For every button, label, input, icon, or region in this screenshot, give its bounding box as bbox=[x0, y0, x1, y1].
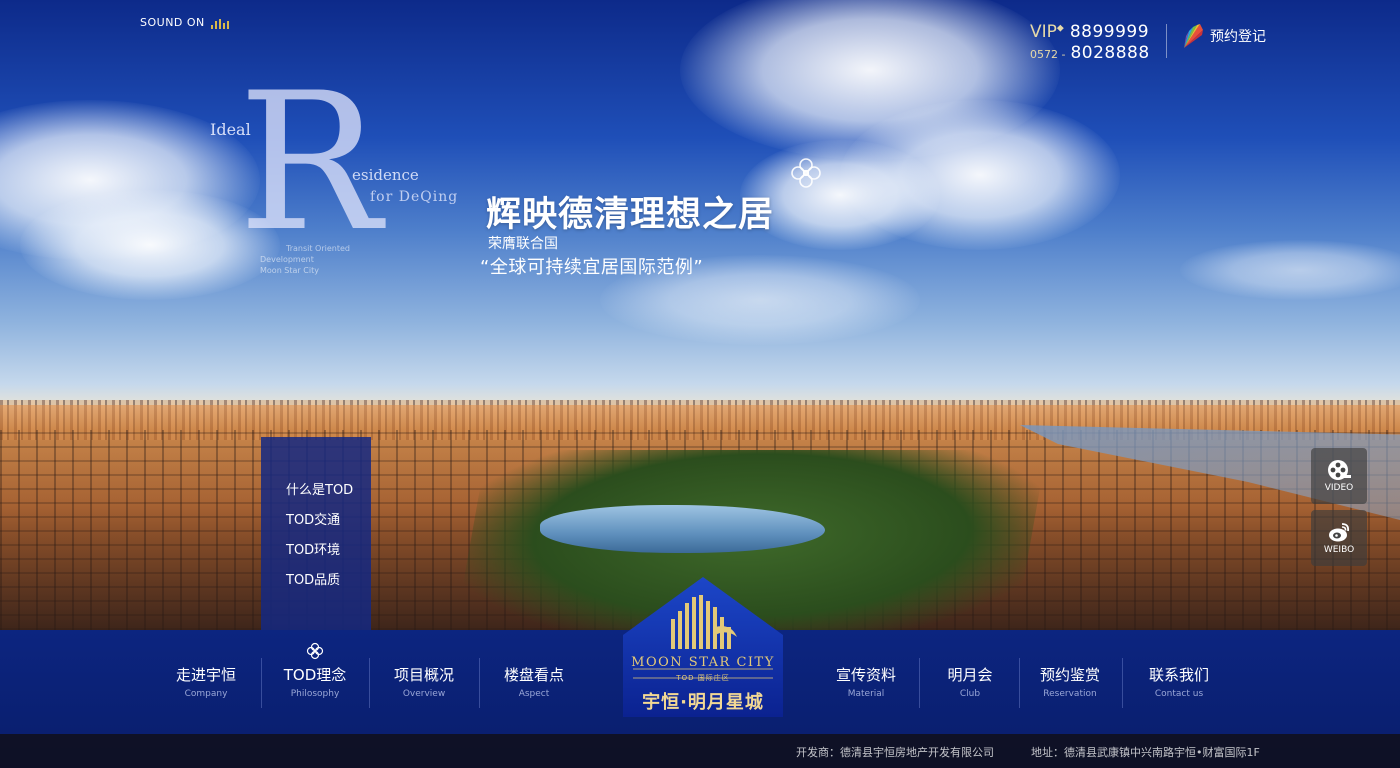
nav-label-cn: 预约鉴赏 bbox=[1039, 666, 1100, 684]
nav-label-en: Club bbox=[959, 689, 981, 699]
nav-label-cn: 宣传资料 bbox=[835, 666, 896, 684]
tod-tagline: Transit Oriented Development Moon Star C… bbox=[260, 243, 350, 276]
footer-address: 地址：德清县武康镇中兴南路宇恒•财富国际1F bbox=[1031, 746, 1260, 759]
area-code: 0572 - bbox=[1030, 48, 1066, 61]
vip-hotline: VIP◆ 8899999 0572 - 8028888 bbox=[1030, 22, 1150, 63]
weibo-button[interactable]: WEIBO bbox=[1311, 510, 1367, 566]
residence-text: esidence bbox=[352, 166, 419, 184]
nav-label-en: Contact us bbox=[1154, 689, 1204, 699]
nav-item-club[interactable]: 明月会 Club bbox=[920, 630, 1020, 710]
nav-label-cn: 走进宇恒 bbox=[175, 666, 236, 684]
film-reel-icon bbox=[1328, 460, 1351, 480]
tod-side-menu: 什么是TOD TOD交通 TOD环境 TOD品质 bbox=[261, 437, 371, 630]
nav-item-reservation[interactable]: 预约鉴赏 Reservation bbox=[1020, 630, 1120, 710]
hero-sub-1: 荣膺联合国 bbox=[488, 236, 558, 252]
nav-item-philosophy[interactable]: TOD理念 Philosophy bbox=[262, 630, 368, 710]
nav-label-en: Overview bbox=[402, 689, 446, 699]
weibo-label: WEIBO bbox=[1323, 545, 1355, 555]
diamond-icon: ◆ bbox=[1056, 23, 1064, 34]
nav-label-cn: 楼盘看点 bbox=[503, 666, 564, 684]
nav-label-cn: TOD理念 bbox=[283, 666, 347, 684]
nav-item-overview[interactable]: 项目概况 Overview bbox=[370, 630, 478, 710]
hero-sub-2: “全球可持续宜居国际范例” bbox=[480, 257, 704, 278]
video-button[interactable]: VIDEO bbox=[1311, 448, 1367, 504]
nav-item-aspect[interactable]: 楼盘看点 Aspect bbox=[480, 630, 588, 710]
rainbow-fan-icon bbox=[1184, 24, 1203, 48]
nav-label-en: Aspect bbox=[518, 689, 550, 699]
side-menu-item-tod-traffic[interactable]: TOD交通 bbox=[261, 513, 371, 543]
sound-toggle[interactable]: SOUND ON bbox=[140, 16, 229, 29]
video-label: VIDEO bbox=[1324, 483, 1354, 493]
nav-label-en: Philosophy bbox=[290, 689, 340, 699]
footer: 开发商：德清县宇恒房地产开发有限公司 地址：德清县武康镇中兴南路宇恒•财富国际1… bbox=[0, 734, 1400, 768]
nav-label-cn: 联系我们 bbox=[1148, 666, 1209, 684]
nav-item-material[interactable]: 宣传资料 Material bbox=[812, 630, 920, 710]
nav-item-company[interactable]: 走进宇恒 Company bbox=[152, 630, 260, 710]
logo-chinese-name: 宇恒·明月星城 bbox=[642, 692, 764, 713]
tod-line-2: Development bbox=[260, 255, 314, 264]
tod-line-3: Moon Star City bbox=[260, 266, 319, 275]
ideal-text: Ideal bbox=[210, 120, 251, 139]
hero-headline: 辉映德清理想之居 bbox=[486, 194, 775, 235]
big-r-letter: R bbox=[238, 52, 382, 273]
flower-emblem-icon bbox=[791, 158, 821, 188]
header-divider bbox=[1166, 24, 1167, 58]
nav-label-en: Material bbox=[847, 689, 885, 699]
register-button[interactable]: 预约登记 bbox=[1180, 22, 1266, 50]
vip-label: VIP◆ bbox=[1030, 22, 1064, 42]
sound-label: SOUND ON bbox=[140, 16, 205, 29]
register-label: 预约登记 bbox=[1210, 29, 1266, 45]
vip-number: 8899999 bbox=[1069, 22, 1150, 42]
footer-developer: 开发商：德清县宇恒房地产开发有限公司 bbox=[796, 746, 994, 759]
side-menu-item-tod-quality[interactable]: TOD品质 bbox=[261, 573, 371, 603]
weibo-icon bbox=[1329, 523, 1350, 542]
logo-tod-tag: TOD 国际庄区 bbox=[676, 674, 730, 682]
for-deqing-text: for DeQing bbox=[370, 189, 459, 205]
sound-bars-icon bbox=[210, 19, 229, 29]
nav-label-en: Reservation bbox=[1043, 689, 1097, 699]
nav-label-cn: 明月会 bbox=[947, 666, 993, 684]
tod-line-1: Transit Oriented bbox=[286, 244, 350, 253]
nav-label-cn: 项目概况 bbox=[393, 666, 454, 684]
side-menu-item-tod-environment[interactable]: TOD环境 bbox=[261, 543, 371, 573]
nav-label-en: Company bbox=[184, 689, 228, 699]
nav-divider bbox=[1122, 658, 1123, 708]
side-menu-item-what-is-tod[interactable]: 什么是TOD bbox=[261, 483, 371, 513]
nav-item-contact[interactable]: 联系我们 Contact us bbox=[1124, 630, 1234, 710]
phone-number: 8028888 bbox=[1070, 43, 1150, 63]
logo-title: MOON STAR CITY bbox=[631, 655, 775, 670]
